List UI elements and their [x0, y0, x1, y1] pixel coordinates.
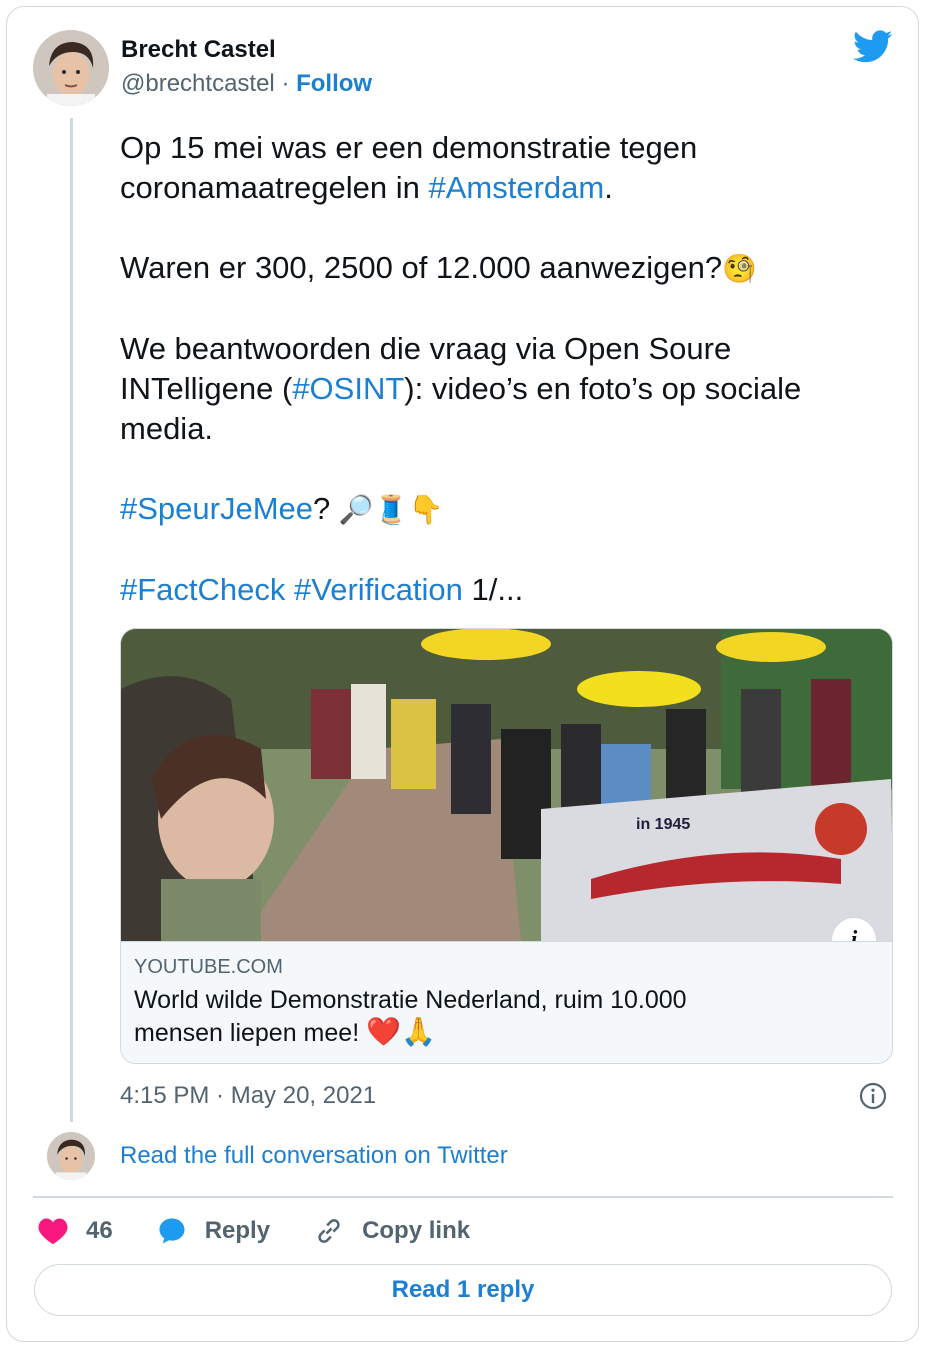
- tweet-timestamp[interactable]: 4:15 PM · May 20, 2021: [120, 1082, 376, 1110]
- banner-text: in 1945: [636, 816, 690, 833]
- author-name[interactable]: Brecht Castel: [121, 36, 276, 64]
- like-count: 46: [86, 1217, 113, 1244]
- tweet-text-segment: .: [604, 170, 613, 205]
- info-circle-icon[interactable]: [859, 1082, 887, 1110]
- tweet-line: coronamaatregelen in #Amsterdam.: [120, 168, 880, 208]
- link-domain: YOUTUBE.COM: [134, 956, 283, 978]
- reply-bubble-icon: [159, 1218, 185, 1244]
- hashtag-amsterdam[interactable]: #Amsterdam: [428, 170, 604, 205]
- author-handle-row: @brechtcastel · Follow: [121, 70, 372, 98]
- tweet-text-segment: ): video’s en foto’s op sociale: [404, 371, 802, 406]
- heart-praying-hands-emoji-icon: ❤️🙏: [366, 1015, 436, 1048]
- reply-label: Reply: [204, 1217, 271, 1244]
- tweet-text: Op 15 mei was er een demonstratie tegen …: [120, 128, 880, 610]
- author-avatar[interactable]: [33, 30, 109, 106]
- link-title-line: mensen liepen mee! ❤️🙏: [134, 1016, 874, 1049]
- read-replies-button[interactable]: Read 1 reply: [34, 1264, 892, 1316]
- copy-link-button[interactable]: Copy link: [314, 1216, 470, 1246]
- hashtag-factcheck[interactable]: #FactCheck: [120, 572, 285, 607]
- tweet-actions: 46 Reply Copy link: [38, 1214, 514, 1248]
- thread-line: [70, 118, 73, 1122]
- tweet-text-segment: We beantwoorden die vraag via Open Soure: [120, 331, 732, 366]
- tweet-text-segment: media.: [120, 411, 214, 446]
- tweet-line: Waren er 300, 2500 of 12.000 aanwezigen?…: [120, 248, 880, 289]
- reply-button[interactable]: Reply: [157, 1216, 270, 1246]
- twitter-bird-icon[interactable]: [853, 30, 893, 64]
- separator-dot: ·: [281, 70, 290, 97]
- tweet-line: Op 15 mei was er een demonstratie tegen: [120, 128, 880, 168]
- link-title: World wilde Demonstratie Nederland, ruim…: [134, 984, 874, 1049]
- hashtag-speurjemee[interactable]: #SpeurJeMee: [120, 491, 313, 526]
- link-icon: [318, 1219, 340, 1243]
- author-avatar-small[interactable]: [47, 1132, 95, 1180]
- copy-link-label: Copy link: [362, 1217, 471, 1244]
- tweet-line: #FactCheck #Verification 1/...: [120, 570, 880, 610]
- tweet-line: #SpeurJeMee? 🔎🧵👇: [120, 489, 880, 530]
- thread-counter: 1/...: [471, 572, 524, 607]
- link-title-line: World wilde Demonstratie Nederland, ruim…: [134, 986, 687, 1014]
- follow-link[interactable]: Follow: [296, 70, 372, 97]
- read-full-conversation-link[interactable]: Read the full conversation on Twitter: [120, 1142, 508, 1170]
- tweet-line: We beantwoorden die vraag via Open Soure: [120, 329, 880, 369]
- tweet-line: media.: [120, 409, 880, 449]
- video-thumbnail-image[interactable]: in 1945: [121, 629, 893, 941]
- hashtag-osint[interactable]: #OSINT: [292, 371, 404, 406]
- monocle-face-emoji-icon: 🧐: [722, 252, 757, 285]
- tweet-text-segment: INTelligene (: [120, 371, 293, 406]
- magnifier-thread-pointing-emoji-icon: 🔎🧵👇: [338, 493, 444, 526]
- tweet-text-segment: Op 15 mei was er een demonstratie tegen: [120, 130, 698, 165]
- tweet-line: INTelligene (#OSINT): video’s en foto’s …: [120, 369, 880, 409]
- link-title-text: mensen liepen mee!: [134, 1019, 360, 1047]
- tweet-text-segment: ?: [313, 491, 331, 526]
- tweet-question: Waren er 300, 2500 of 12.000 aanwezigen?: [120, 250, 723, 285]
- link-preview-card[interactable]: in 1945 i YOUTUBE.COM World wilde Demons…: [120, 628, 893, 1064]
- author-handle[interactable]: @brechtcastel: [121, 70, 275, 97]
- divider: [33, 1196, 893, 1198]
- tweet-text-segment: coronamaatregelen in: [120, 170, 429, 205]
- link-preview-meta[interactable]: YOUTUBE.COM World wilde Demonstratie Ned…: [121, 941, 892, 1063]
- heart-icon: [38, 1218, 68, 1245]
- hashtag-verification[interactable]: #Verification: [294, 572, 463, 607]
- like-button[interactable]: 46: [38, 1217, 113, 1245]
